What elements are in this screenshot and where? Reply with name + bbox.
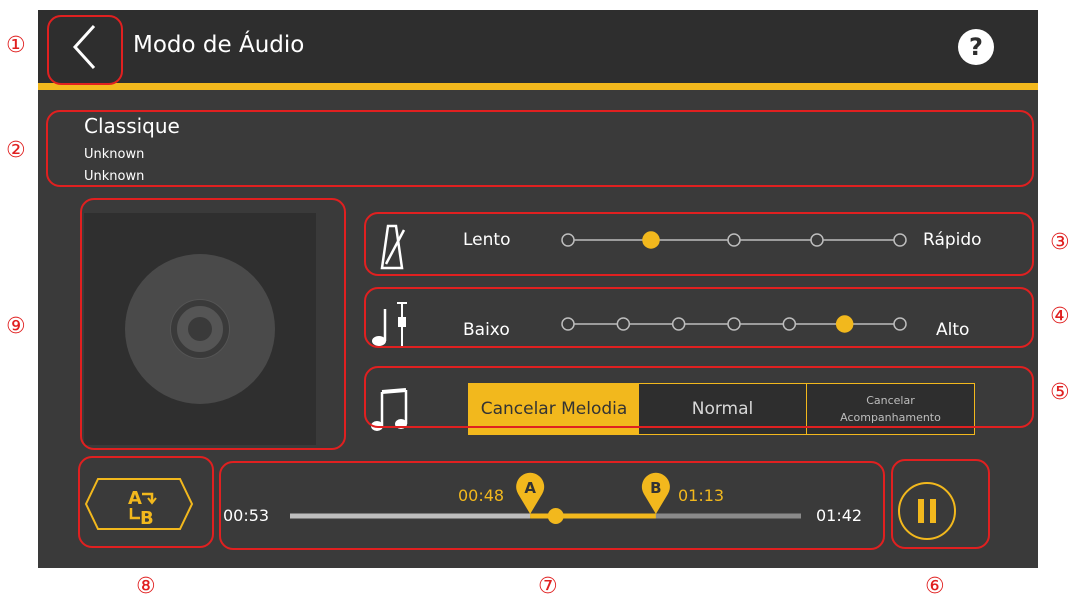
callout-box-3 (364, 212, 1034, 276)
svg-text:?: ? (969, 33, 983, 61)
callout-box-2 (46, 110, 1034, 187)
callout-box-7 (219, 461, 885, 550)
callout-box-9 (80, 198, 346, 450)
page-title: Modo de Áudio (133, 32, 305, 58)
callout-box-5 (364, 366, 1034, 428)
callout-box-6 (891, 459, 990, 549)
callout-number-2: ② (6, 138, 26, 163)
top-bar: Modo de Áudio ? (38, 10, 1038, 83)
callout-number-3: ③ (1050, 230, 1070, 255)
callout-number-6: ⑥ (925, 574, 945, 599)
callout-number-8: ⑧ (136, 574, 156, 599)
callout-box-4 (364, 287, 1034, 348)
callout-box-1 (47, 15, 123, 85)
callout-number-1: ① (6, 33, 26, 58)
callout-number-9: ⑨ (6, 314, 26, 339)
callout-box-8 (78, 456, 214, 548)
callout-number-7: ⑦ (538, 574, 558, 599)
callout-number-5: ⑤ (1050, 380, 1070, 405)
question-circle-icon[interactable]: ? (956, 27, 996, 67)
callout-number-4: ④ (1050, 304, 1070, 329)
header-accent-line (38, 83, 1038, 90)
